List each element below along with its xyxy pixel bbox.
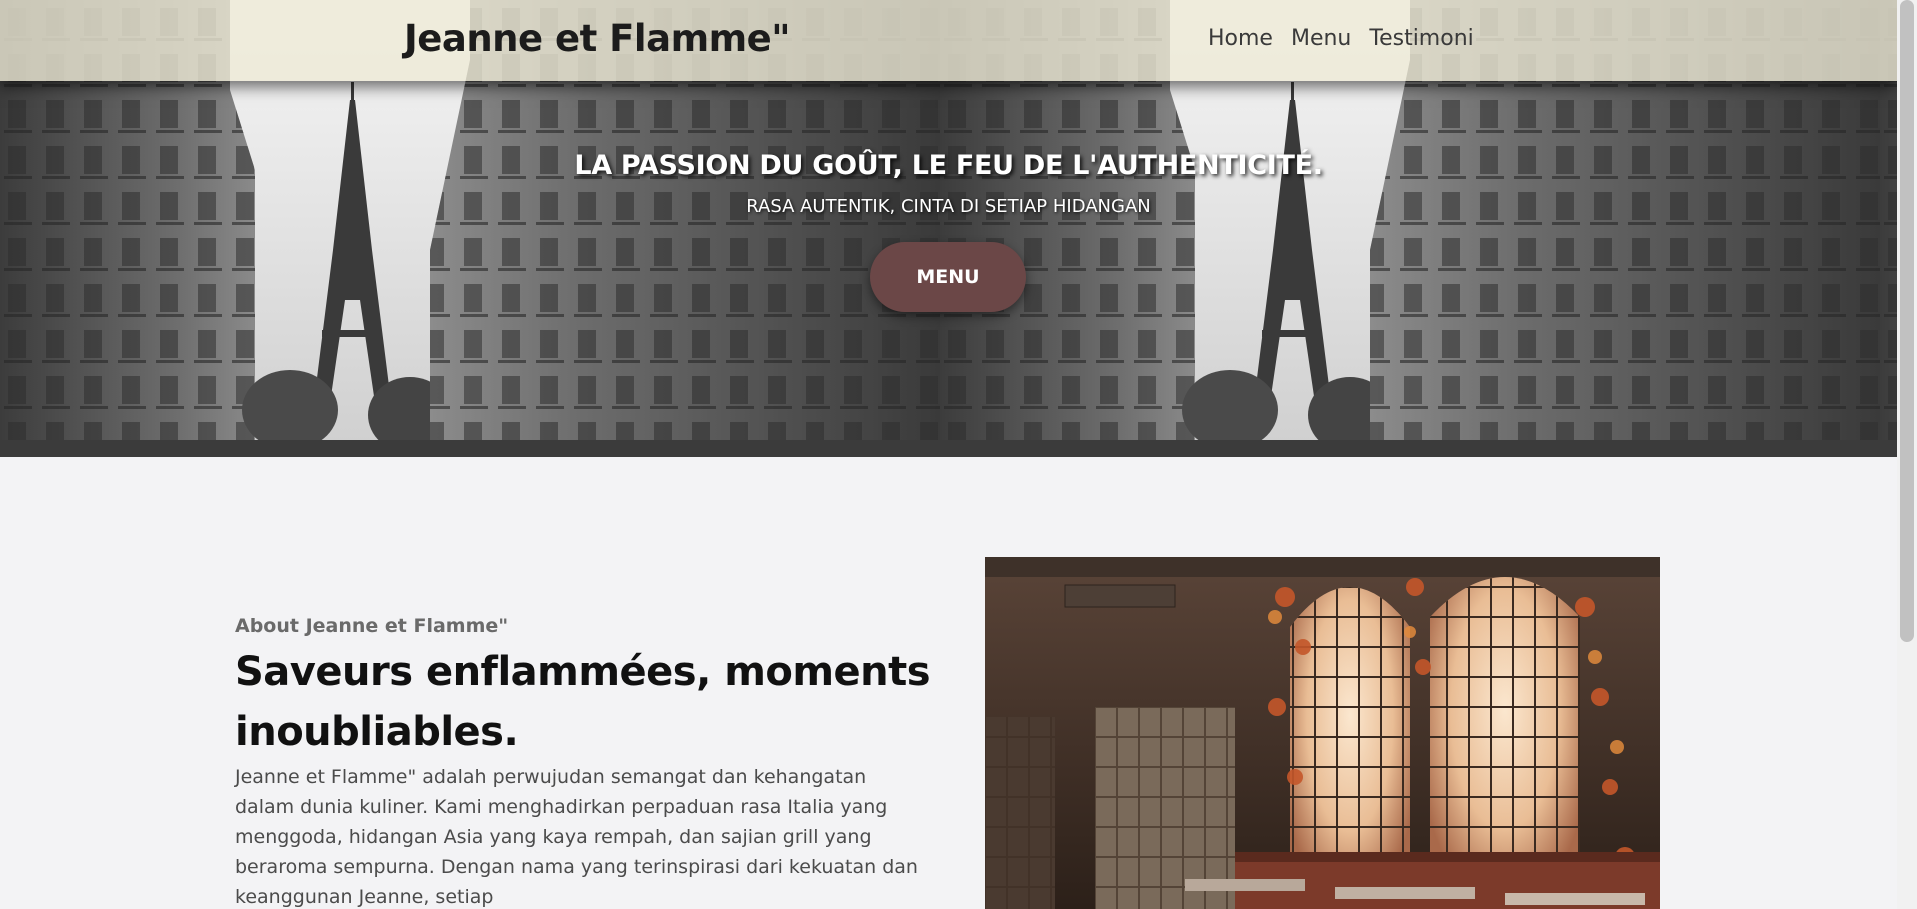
- about-kicker: About Jeanne et Flamme": [235, 615, 509, 637]
- about-heading: Saveurs enflammées, moments inoubliables…: [235, 649, 931, 755]
- hero-title: LA PASSION DU GOÛT, LE FEU DE L'AUTHENTI…: [574, 150, 1323, 181]
- hero-subtitle: RASA AUTENTIK, CINTA DI SETIAP HIDANGAN: [746, 196, 1151, 217]
- nav-link-testimoni[interactable]: Testimoni: [1369, 26, 1473, 51]
- nav-link-home[interactable]: Home: [1208, 26, 1273, 51]
- hero-section: Jeanne et Flamme" Home Menu Testimoni LA…: [0, 0, 1897, 457]
- nav-link-menu[interactable]: Menu: [1291, 26, 1351, 51]
- page-scrollbar-thumb[interactable]: [1900, 0, 1914, 642]
- hero-menu-button[interactable]: MENU: [870, 242, 1026, 312]
- about-text: Jeanne et Flamme" adalah perwujudan sema…: [235, 766, 918, 908]
- nav-links: Home Menu Testimoni: [1208, 26, 1474, 51]
- navbar: Jeanne et Flamme" Home Menu Testimoni: [0, 0, 1897, 81]
- brand-logo[interactable]: Jeanne et Flamme": [404, 17, 791, 60]
- restaurant-interior-image: [985, 557, 1660, 909]
